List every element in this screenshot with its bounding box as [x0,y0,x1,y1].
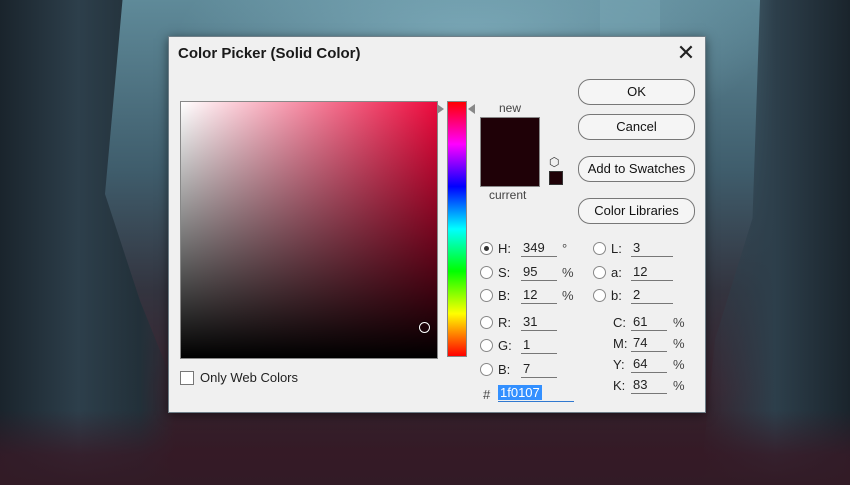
brightness-row: B: 12 % [480,286,580,306]
magenta-label: M: [613,336,628,351]
lab-a-input[interactable]: 12 [631,264,673,281]
web-safe-swatch-icon[interactable] [549,171,563,185]
lab-b-radio[interactable] [593,289,606,302]
lab-b-row: b: 2 [593,286,683,306]
only-web-colors-label: Only Web Colors [200,370,299,385]
brightness-label: B: [498,288,511,303]
color-preview [480,117,540,187]
green-input[interactable]: 1 [521,337,557,354]
lab-l-label: L: [611,241,622,256]
blue-radio[interactable] [480,363,493,376]
current-color-label: current [489,188,527,202]
blue-row: B: 7 [480,360,580,380]
hex-value: 1f0107 [498,385,542,400]
hue-slider[interactable] [447,101,467,357]
background-tree-far [600,0,660,40]
hue-row: H: 349 ° [480,239,580,259]
green-radio[interactable] [480,339,493,352]
current-color-swatch[interactable] [481,152,539,186]
new-color-swatch [481,118,539,152]
saturation-unit: % [562,265,574,280]
saturation-label: S: [498,265,511,280]
green-row: G: 1 [480,336,580,356]
saturation-brightness-field[interactable] [180,101,438,359]
lab-a-row: a: 12 [593,263,683,283]
brightness-radio[interactable] [480,289,493,302]
hue-label: H: [498,241,511,256]
cyan-unit: % [673,315,685,330]
black-label: K: [613,378,626,393]
black-row: K: 83 % [613,376,693,396]
saturation-input[interactable]: 95 [521,264,557,281]
lab-a-radio[interactable] [593,266,606,279]
red-radio[interactable] [480,316,493,329]
cyan-row: C: 61 % [613,313,693,333]
saturation-radio[interactable] [480,266,493,279]
brightness-input[interactable]: 12 [521,287,557,304]
green-label: G: [498,338,512,353]
hue-slider-right-arrow-icon[interactable] [468,104,475,114]
color-picker-dialog: Color Picker (Solid Color) ✕ new current… [168,36,706,413]
ok-button[interactable]: OK [578,79,695,105]
hex-input[interactable]: 1f0107 [498,385,574,402]
close-icon[interactable]: ✕ [673,41,699,65]
lab-a-label: a: [611,265,622,280]
magenta-unit: % [673,336,685,351]
only-web-colors-checkbox[interactable] [180,371,194,385]
magenta-input[interactable]: 74 [631,335,667,352]
magenta-row: M: 74 % [613,334,693,354]
hue-unit: ° [562,241,568,256]
red-label: R: [498,315,511,330]
red-row: R: 31 [480,313,580,333]
lab-l-input[interactable]: 3 [631,240,673,257]
hue-input[interactable]: 349 [521,240,557,257]
brightness-unit: % [562,288,574,303]
lab-b-label: b: [611,288,622,303]
blue-label: B: [498,362,511,377]
lab-b-input[interactable]: 2 [631,287,673,304]
hex-label: # [483,387,491,402]
lab-l-radio[interactable] [593,242,606,255]
new-color-label: new [499,101,522,115]
yellow-input[interactable]: 64 [631,356,667,373]
background-ground [0,410,850,485]
lab-l-row: L: 3 [593,239,683,259]
add-to-swatches-button[interactable]: Add to Swatches [578,156,695,182]
yellow-label: Y: [613,357,625,372]
color-libraries-button[interactable]: Color Libraries [578,198,695,224]
dialog-title: Color Picker (Solid Color) [178,45,361,62]
color-field-marker[interactable] [419,322,430,333]
yellow-unit: % [673,357,685,372]
black-unit: % [673,378,685,393]
blue-input[interactable]: 7 [521,361,557,378]
red-input[interactable]: 31 [521,314,557,331]
cyan-label: C: [613,315,626,330]
black-input[interactable]: 83 [631,377,667,394]
cancel-button[interactable]: Cancel [578,114,695,140]
cyan-input[interactable]: 61 [631,314,667,331]
hue-slider-left-arrow-icon[interactable] [437,104,444,114]
saturation-row: S: 95 % [480,263,580,283]
yellow-row: Y: 64 % [613,355,693,375]
hue-radio[interactable] [480,242,493,255]
cube-icon[interactable]: ⬡ [549,155,559,169]
